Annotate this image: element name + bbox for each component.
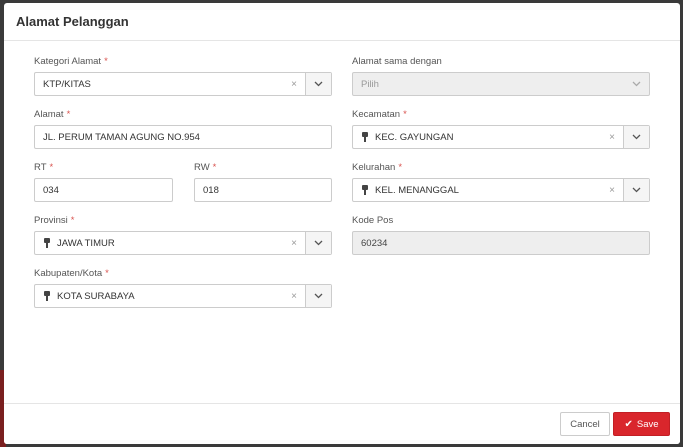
kode-pos-value: 60234 <box>361 237 388 249</box>
clear-icon[interactable]: × <box>287 238 301 249</box>
provinsi-label-text: Provinsi <box>34 215 68 226</box>
modal-header: Alamat Pelanggan <box>4 3 680 41</box>
alamat-sama-dengan-label-text: Alamat sama dengan <box>352 56 442 67</box>
required-marker: * <box>398 162 403 173</box>
map-pin-icon <box>43 238 51 248</box>
provinsi-label: Provinsi * <box>34 215 75 226</box>
cancel-button[interactable]: Cancel <box>560 412 610 436</box>
kode-pos-label: Kode Pos <box>352 215 393 226</box>
chevron-down-icon[interactable] <box>305 232 331 254</box>
cancel-button-label: Cancel <box>570 418 600 430</box>
chevron-down-icon[interactable] <box>623 126 649 148</box>
kode-pos-label-text: Kode Pos <box>352 215 394 226</box>
rt-value: 034 <box>43 184 59 196</box>
kecamatan-select[interactable]: KEC. GAYUNGAN × <box>352 125 650 149</box>
rw-label-text: RW <box>194 162 210 173</box>
clear-icon[interactable]: × <box>605 132 619 143</box>
kategori-alamat-value: KTP/KITAS <box>43 78 91 90</box>
kelurahan-value: KEL. MENANGGAL <box>375 184 459 196</box>
provinsi-select[interactable]: JAWA TIMUR × <box>34 231 332 255</box>
clear-icon[interactable]: × <box>605 185 619 196</box>
kategori-alamat-select[interactable]: KTP/KITAS × <box>34 72 332 96</box>
modal-body: Kategori Alamat * KTP/KITAS × Alamat sama… <box>4 41 680 403</box>
kabupaten-kota-label: Kabupaten/Kota * <box>34 268 109 279</box>
modal-footer: Cancel ✔ Save <box>4 403 680 444</box>
chevron-down-icon[interactable] <box>623 179 649 201</box>
rt-input[interactable]: 034 <box>34 178 173 202</box>
kelurahan-select[interactable]: KEL. MENANGGAL × <box>352 178 650 202</box>
chevron-down-icon[interactable] <box>305 73 331 95</box>
alamat-input[interactable]: JL. PERUM TAMAN AGUNG NO.954 <box>34 125 332 149</box>
save-button[interactable]: ✔ Save <box>613 412 670 436</box>
clear-icon[interactable]: × <box>287 291 301 302</box>
save-button-label: Save <box>636 418 659 430</box>
required-marker: * <box>70 215 75 226</box>
kategori-alamat-label-text: Kategori Alamat <box>34 56 102 67</box>
rt-label-text: RT <box>34 162 47 173</box>
required-marker: * <box>105 268 109 279</box>
required-marker: * <box>403 109 407 120</box>
alamat-sama-dengan-value: Pilih <box>361 78 379 90</box>
kecamatan-label-text: Kecamatan <box>352 109 401 120</box>
map-pin-icon <box>361 185 369 195</box>
kelurahan-label-text: Kelurahan <box>352 162 396 173</box>
clear-icon[interactable]: × <box>287 79 301 90</box>
alamat-sama-dengan-select[interactable]: Pilih <box>352 72 650 96</box>
alamat-value: JL. PERUM TAMAN AGUNG NO.954 <box>43 131 200 143</box>
kecamatan-value: KEC. GAYUNGAN <box>375 131 454 143</box>
map-pin-icon <box>361 132 369 142</box>
rt-label: RT * <box>34 162 53 173</box>
kelurahan-label: Kelurahan * <box>352 162 402 173</box>
alamat-label: Alamat * <box>34 109 70 120</box>
chevron-down-icon <box>623 73 649 95</box>
rw-value: 018 <box>203 184 219 196</box>
rw-label: RW * <box>194 162 216 173</box>
kode-pos-input[interactable]: 60234 <box>352 231 650 255</box>
modal-title: Alamat Pelanggan <box>16 14 129 29</box>
kabupaten-kota-label-text: Kabupaten/Kota <box>34 268 103 279</box>
required-marker: * <box>66 109 71 120</box>
kategori-alamat-label: Kategori Alamat * <box>34 56 108 67</box>
required-marker: * <box>49 162 54 173</box>
chevron-down-icon[interactable] <box>305 285 331 307</box>
alamat-pelanggan-modal: Alamat Pelanggan Kategori Alamat * KTP/KI… <box>4 3 680 444</box>
kecamatan-label: Kecamatan * <box>352 109 407 120</box>
required-marker: * <box>104 56 108 67</box>
kabupaten-kota-value: KOTA SURABAYA <box>57 290 135 302</box>
kabupaten-kota-select[interactable]: KOTA SURABAYA × <box>34 284 332 308</box>
provinsi-value: JAWA TIMUR <box>57 237 115 249</box>
check-icon: ✔ <box>624 418 633 430</box>
map-pin-icon <box>43 291 51 301</box>
alamat-sama-dengan-label: Alamat sama dengan <box>352 56 442 67</box>
required-marker: * <box>212 162 217 173</box>
rw-input[interactable]: 018 <box>194 178 332 202</box>
alamat-label-text: Alamat <box>34 109 64 120</box>
